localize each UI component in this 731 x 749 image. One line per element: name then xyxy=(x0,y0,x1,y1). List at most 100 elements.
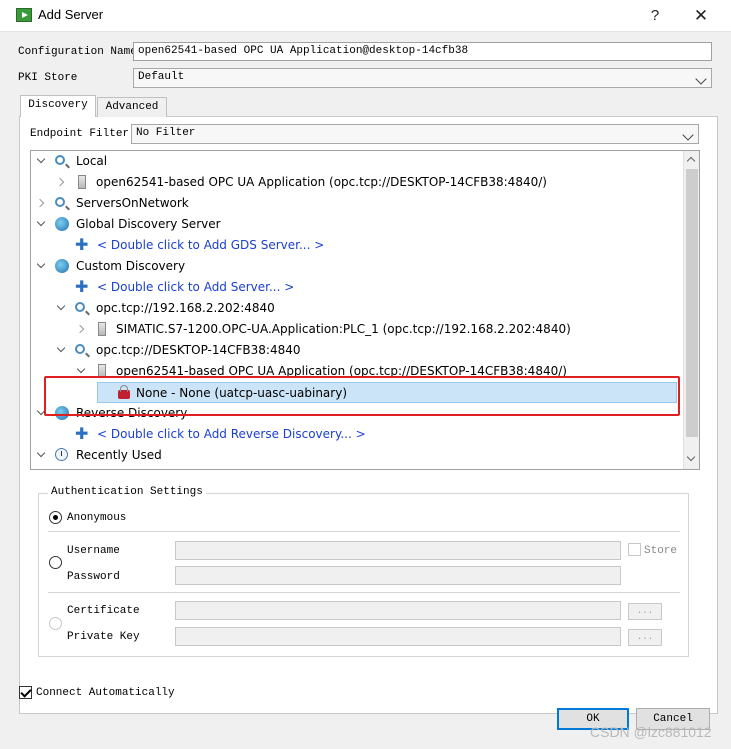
pki-store-select[interactable]: Default xyxy=(133,68,712,88)
tab-advanced[interactable]: Advanced xyxy=(97,97,167,117)
pki-store-label: PKI Store xyxy=(18,72,78,84)
add-reverse-discovery-link[interactable]: ✚ < Double click to Add Reverse Discover… xyxy=(31,424,683,445)
tree-node-label: < Double click to Add Server... > xyxy=(97,280,295,294)
tab-discovery[interactable]: Discovery xyxy=(20,95,96,117)
anonymous-radio[interactable] xyxy=(49,511,62,524)
tree-node-reverse-discovery[interactable]: Reverse Discovery xyxy=(31,403,683,424)
plus-icon: ✚ xyxy=(75,235,89,254)
globe-icon xyxy=(55,406,69,420)
expand-icon[interactable] xyxy=(36,217,46,227)
server-icon xyxy=(78,175,86,189)
app-icon xyxy=(16,8,32,22)
add-server-link[interactable]: ✚ < Double click to Add Server... > xyxy=(31,277,683,298)
store-label: Store xyxy=(644,545,678,557)
username-radio[interactable] xyxy=(49,556,62,569)
tree-node-label: None - None (uatcp-uasc-uabinary) xyxy=(136,386,348,400)
watermark: CSDN @lzc881012 xyxy=(590,724,712,740)
anonymous-label: Anonymous xyxy=(67,512,127,524)
scroll-down-icon[interactable] xyxy=(686,452,696,462)
tree-node-label: < Double click to Add Reverse Discovery.… xyxy=(97,427,366,441)
divider xyxy=(48,592,680,593)
connect-automatically-label: Connect Automatically xyxy=(36,687,175,699)
password-input[interactable] xyxy=(175,566,621,585)
config-name-input[interactable]: open62541-based OPC UA Application@deskt… xyxy=(133,42,712,61)
username-label: Username xyxy=(67,545,120,557)
scroll-up-icon[interactable] xyxy=(686,156,696,166)
plus-icon: ✚ xyxy=(75,424,89,443)
tree-node-servers-on-network[interactable]: ServersOnNetwork xyxy=(31,193,683,214)
server-icon xyxy=(98,322,106,336)
authentication-title: Authentication Settings xyxy=(48,486,206,498)
tree-node-endpoint-desktop[interactable]: opc.tcp://DESKTOP-14CFB38:4840 xyxy=(31,340,683,361)
expand-icon[interactable] xyxy=(35,198,45,208)
tree-node-simatic-server[interactable]: SIMATIC.S7-1200.OPC-UA.Application:PLC_1… xyxy=(31,319,683,340)
chevron-down-icon xyxy=(682,129,694,141)
search-icon xyxy=(75,344,85,354)
endpoint-filter-label: Endpoint Filter: xyxy=(30,128,136,140)
private-key-label: Private Key xyxy=(67,631,140,643)
username-input[interactable] xyxy=(175,541,621,560)
tree-node-label: SIMATIC.S7-1200.OPC-UA.Application:PLC_1… xyxy=(116,322,571,336)
password-label: Password xyxy=(67,571,120,583)
tree-node-desktop-server[interactable]: open62541-based OPC UA Application (opc.… xyxy=(31,361,683,382)
globe-icon xyxy=(55,217,69,231)
scroll-thumb[interactable] xyxy=(686,169,698,437)
tree-node-local[interactable]: Local xyxy=(31,151,683,172)
add-gds-server-link[interactable]: ✚ < Double click to Add GDS Server... > xyxy=(31,235,683,256)
tree-node-label: Custom Discovery xyxy=(76,259,186,273)
tree-node-label: open62541-based OPC UA Application (opc.… xyxy=(116,364,567,378)
endpoint-filter-select[interactable]: No Filter xyxy=(131,124,699,144)
expand-icon[interactable] xyxy=(56,343,66,353)
store-checkbox[interactable] xyxy=(628,543,641,556)
clock-icon xyxy=(55,448,68,461)
title-bar: Add Server ? ✕ xyxy=(0,0,731,32)
expand-icon[interactable] xyxy=(36,259,46,269)
tree-node-label: Recently Used xyxy=(76,448,162,462)
expand-icon[interactable] xyxy=(56,301,66,311)
browse-private-key-button[interactable]: ... xyxy=(628,629,662,646)
tree-node-label: Global Discovery Server xyxy=(76,217,221,231)
lock-icon xyxy=(118,385,130,399)
discovery-tree[interactable]: Local open62541-based OPC UA Application… xyxy=(30,150,700,470)
tree-node-label: Local xyxy=(76,154,108,168)
browse-certificate-button[interactable]: ... xyxy=(628,603,662,620)
window-title: Add Server xyxy=(38,7,104,22)
tree-node-custom-discovery[interactable]: Custom Discovery xyxy=(31,256,683,277)
search-icon xyxy=(55,155,65,165)
tree-scrollbar[interactable] xyxy=(683,151,699,469)
expand-icon[interactable] xyxy=(36,154,46,164)
tree-node-label: < Double click to Add GDS Server... > xyxy=(97,238,325,252)
close-button[interactable]: ✕ xyxy=(686,4,716,28)
certificate-label: Certificate xyxy=(67,605,140,617)
config-name-label: Configuration Name xyxy=(18,46,137,58)
tree-node-endpoint-none[interactable]: None - None (uatcp-uasc-uabinary) xyxy=(97,382,677,403)
private-key-input[interactable] xyxy=(175,627,621,646)
tree-node-label: Reverse Discovery xyxy=(76,406,188,420)
tree-node-endpoint-192[interactable]: opc.tcp://192.168.2.202:4840 xyxy=(31,298,683,319)
tree-node-global-discovery-server[interactable]: Global Discovery Server xyxy=(31,214,683,235)
expand-icon[interactable] xyxy=(55,177,65,187)
globe-icon xyxy=(55,259,69,273)
pki-store-value: Default xyxy=(138,71,185,83)
search-icon xyxy=(75,302,85,312)
chevron-down-icon xyxy=(695,73,707,85)
divider xyxy=(48,531,680,532)
endpoint-filter-value: No Filter xyxy=(136,127,196,139)
tree-node-label: open62541-based OPC UA Application (opc.… xyxy=(96,175,547,189)
help-button[interactable]: ? xyxy=(640,4,670,28)
expand-icon[interactable] xyxy=(36,448,46,458)
tree-node-recently-used[interactable]: Recently Used xyxy=(31,445,683,466)
expand-icon[interactable] xyxy=(36,406,46,416)
certificate-input[interactable] xyxy=(175,601,621,620)
plus-icon: ✚ xyxy=(75,277,89,296)
tree-node-label: opc.tcp://192.168.2.202:4840 xyxy=(96,301,275,315)
search-icon xyxy=(55,197,65,207)
connect-automatically-checkbox[interactable] xyxy=(19,686,32,699)
expand-icon[interactable] xyxy=(76,364,86,374)
tree-node-label: opc.tcp://DESKTOP-14CFB38:4840 xyxy=(96,343,301,357)
server-icon xyxy=(98,364,106,378)
tree-node-label: ServersOnNetwork xyxy=(76,196,189,210)
tree-node-local-server[interactable]: open62541-based OPC UA Application (opc.… xyxy=(31,172,683,193)
expand-icon[interactable] xyxy=(75,324,85,334)
certificate-radio[interactable] xyxy=(49,617,62,630)
